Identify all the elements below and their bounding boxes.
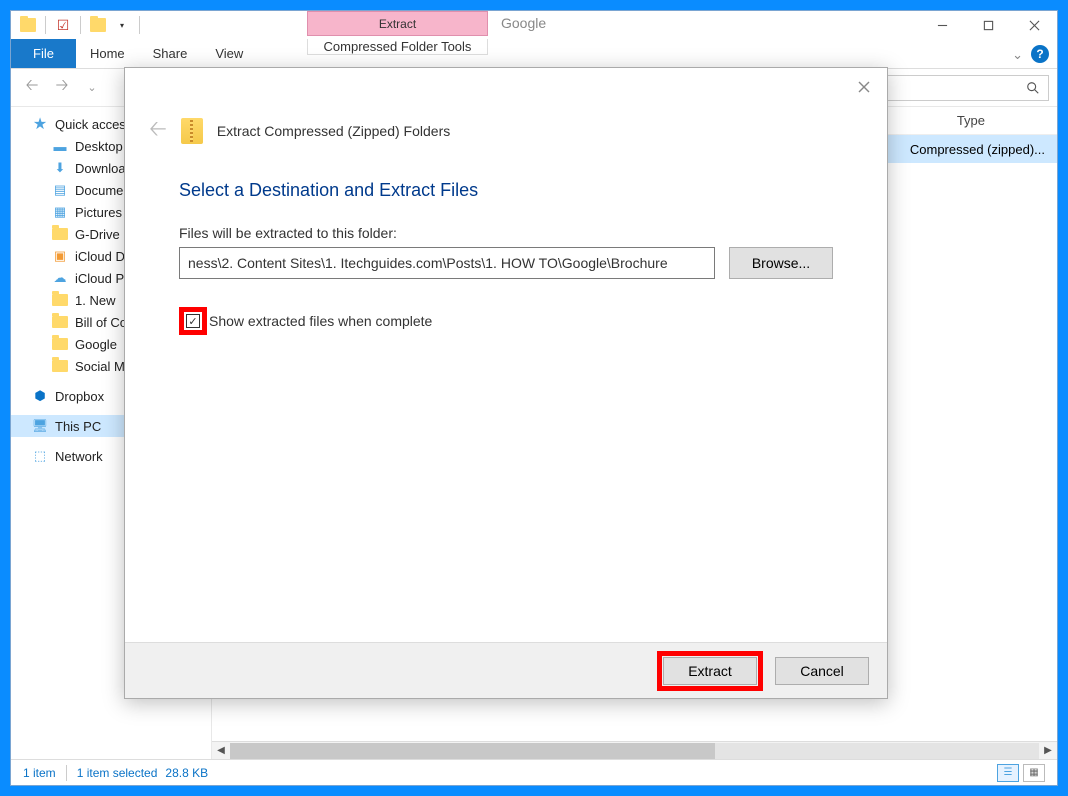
highlight-box: ✓ — [179, 307, 207, 335]
tab-view[interactable]: View — [201, 39, 257, 68]
star-icon: ★ — [31, 116, 49, 132]
folder-icon — [51, 314, 69, 330]
extract-button[interactable]: Extract — [663, 657, 757, 685]
tab-file[interactable]: File — [11, 39, 76, 68]
sidebar-item-label: Quick access — [55, 117, 132, 132]
folder-icon — [51, 292, 69, 308]
close-button[interactable] — [1011, 11, 1057, 39]
scroll-thumb[interactable] — [230, 743, 715, 759]
tab-compressed-tools[interactable]: Compressed Folder Tools — [307, 39, 488, 55]
cloud-icon: ☁ — [51, 270, 69, 286]
sidebar-item-label: Pictures — [75, 205, 122, 220]
app-icon — [17, 15, 39, 35]
show-files-checkbox[interactable]: ✓ — [186, 314, 200, 328]
desktop-icon: ▬ — [51, 138, 69, 154]
divider — [66, 765, 67, 781]
dialog-heading: Select a Destination and Extract Files — [179, 180, 833, 201]
view-mode-switcher: ☰ ▦ — [997, 764, 1045, 782]
dialog-header: 🡠 Extract Compressed (Zipped) Folders — [125, 106, 887, 164]
divider — [139, 16, 140, 34]
folder-icon — [51, 336, 69, 352]
dialog-body: Select a Destination and Extract Files F… — [125, 164, 887, 642]
sidebar-item-label: G-Drive — [75, 227, 120, 242]
titlebar: ☑ ▾ Extract Google — [11, 11, 1057, 39]
quick-access-toolbar: ☑ ▾ — [11, 15, 150, 35]
properties-icon[interactable]: ☑ — [52, 15, 74, 35]
sidebar-item-label: This PC — [55, 419, 101, 434]
pictures-icon: ▦ — [51, 204, 69, 220]
tab-home[interactable]: Home — [76, 39, 139, 68]
status-bar: 1 item 1 item selected 28.8 KB ☰ ▦ — [11, 759, 1057, 785]
dialog-titlebar — [125, 68, 887, 106]
network-icon: ⬚ — [31, 448, 49, 464]
sidebar-item-label: 1. New — [75, 293, 115, 308]
highlight-box: Extract — [657, 651, 763, 691]
dialog-back-icon[interactable]: 🡠 — [149, 112, 167, 150]
dialog-path-row: Browse... — [179, 247, 833, 279]
nav-back-icon[interactable]: 🡠 — [19, 75, 45, 101]
new-folder-icon[interactable] — [87, 15, 109, 35]
zip-folder-icon — [181, 118, 203, 144]
divider — [45, 16, 46, 34]
tab-share[interactable]: Share — [139, 39, 202, 68]
divider — [80, 16, 81, 34]
details-view-icon[interactable]: ☰ — [997, 764, 1019, 782]
sidebar-item-label: Desktop — [75, 139, 123, 154]
window-title: Google — [501, 15, 546, 31]
nav-forward-icon[interactable]: 🡢 — [49, 75, 75, 101]
nav-history-dropdown-icon[interactable]: ⌄ — [79, 75, 105, 101]
explorer-window: ☑ ▾ Extract Google File Home Share View … — [10, 10, 1058, 786]
dialog-header-title: Extract Compressed (Zipped) Folders — [217, 123, 450, 139]
extract-dialog: 🡠 Extract Compressed (Zipped) Folders Se… — [124, 67, 888, 699]
destination-path-input[interactable] — [179, 247, 715, 279]
qat-dropdown-icon[interactable]: ▾ — [111, 15, 133, 35]
sidebar-item-label: Dropbox — [55, 389, 104, 404]
dropbox-icon: ⬢ — [31, 388, 49, 404]
documents-icon: ▤ — [51, 182, 69, 198]
show-files-checkbox-row: ✓ Show extracted files when complete — [179, 307, 833, 335]
help-icon[interactable]: ? — [1031, 45, 1049, 63]
icloud-icon: ▣ — [51, 248, 69, 264]
this-pc-icon: 🖥 — [31, 418, 49, 434]
status-selected: 1 item selected — [77, 766, 158, 780]
dialog-folder-label: Files will be extracted to this folder: — [179, 225, 833, 241]
maximize-button[interactable] — [965, 11, 1011, 39]
sidebar-item-label: Network — [55, 449, 103, 464]
folder-icon — [51, 358, 69, 374]
status-item-count: 1 item — [23, 766, 56, 780]
scroll-left-icon[interactable]: ◀ — [212, 742, 230, 760]
show-files-checkbox-label[interactable]: Show extracted files when complete — [209, 313, 432, 329]
status-size: 28.8 KB — [165, 766, 208, 780]
horizontal-scrollbar[interactable]: ◀ ▶ — [212, 741, 1057, 759]
contextual-tab-label: Extract — [307, 11, 488, 36]
scroll-right-icon[interactable]: ▶ — [1039, 742, 1057, 760]
search-input[interactable] — [881, 75, 1049, 101]
search-icon — [1026, 81, 1040, 95]
sidebar-item-label: Google — [75, 337, 117, 352]
thumbnails-view-icon[interactable]: ▦ — [1023, 764, 1045, 782]
ribbon-tabs: File Home Share View Compressed Folder T… — [11, 39, 1057, 69]
minimize-button[interactable] — [919, 11, 965, 39]
scroll-track[interactable] — [230, 743, 1039, 759]
browse-button[interactable]: Browse... — [729, 247, 833, 279]
cancel-button[interactable]: Cancel — [775, 657, 869, 685]
folder-icon — [51, 226, 69, 242]
download-icon: ⬇ — [51, 160, 69, 176]
dialog-close-button[interactable] — [851, 74, 877, 100]
dialog-footer: Extract Cancel — [125, 642, 887, 698]
ribbon-collapse-icon[interactable]: ⌄ — [1012, 47, 1023, 63]
window-controls — [919, 11, 1057, 39]
